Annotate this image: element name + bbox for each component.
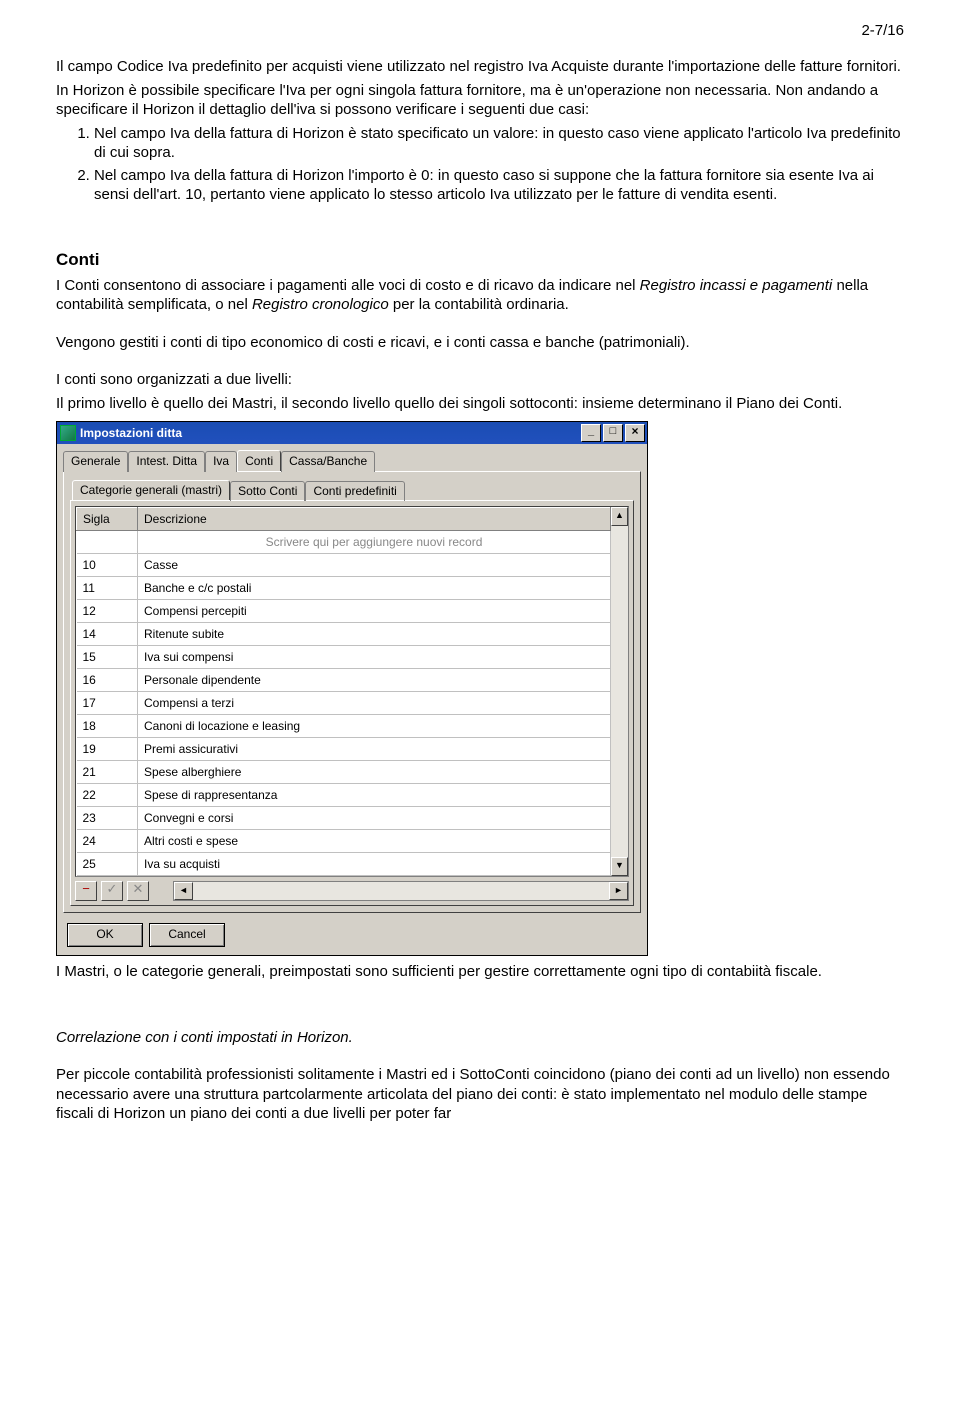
- delete-row-button[interactable]: −: [75, 881, 97, 901]
- table-row[interactable]: 11Banche e c/c postali: [77, 577, 611, 600]
- cell-descrizione[interactable]: Spese di rappresentanza: [138, 784, 611, 807]
- cell-sigla[interactable]: 18: [77, 715, 138, 738]
- window-icon: [60, 425, 76, 441]
- case-list: Nel campo Iva della fattura di Horizon è…: [76, 124, 904, 205]
- cell-sigla[interactable]: 25: [77, 853, 138, 876]
- cell-descrizione[interactable]: Spese alberghiere: [138, 761, 611, 784]
- table-row[interactable]: 25Iva su acquisti: [77, 853, 611, 876]
- col-sigla[interactable]: Sigla: [77, 508, 138, 531]
- ok-button[interactable]: OK: [67, 923, 143, 947]
- new-row[interactable]: Scrivere qui per aggiungere nuovi record: [77, 531, 611, 554]
- table-row[interactable]: 16Personale dipendente: [77, 669, 611, 692]
- new-row-hint: Scrivere qui per aggiungere nuovi record: [138, 531, 611, 554]
- tab-generale[interactable]: Generale: [63, 451, 128, 472]
- scroll-left-button[interactable]: ◄: [174, 882, 193, 900]
- subtab-categorie-generali[interactable]: Categorie generali (mastri): [72, 480, 230, 500]
- tab-intest-ditta[interactable]: Intest. Ditta: [128, 451, 205, 472]
- conti-tab-pane: Categorie generali (mastri) Sotto Conti …: [63, 471, 641, 913]
- case-1: Nel campo Iva della fattura di Horizon è…: [94, 124, 904, 163]
- minimize-button[interactable]: _: [581, 424, 601, 442]
- cell-descrizione[interactable]: Convegni e corsi: [138, 807, 611, 830]
- window-title: Impostazioni ditta: [80, 426, 182, 440]
- case-2: Nel campo Iva della fattura di Horizon l…: [94, 166, 904, 205]
- conti-paragraph-3b: Il primo livello è quello dei Mastri, il…: [56, 394, 904, 414]
- table-row[interactable]: 18Canoni di locazione e leasing: [77, 715, 611, 738]
- table-row[interactable]: 19Premi assicurativi: [77, 738, 611, 761]
- cell-sigla[interactable]: 14: [77, 623, 138, 646]
- scroll-down-button[interactable]: ▼: [611, 857, 628, 876]
- tab-conti[interactable]: Conti: [237, 450, 281, 471]
- table-row[interactable]: 12Compensi percepiti: [77, 600, 611, 623]
- cell-sigla[interactable]: 10: [77, 554, 138, 577]
- page-number: 2-7/16: [56, 22, 904, 39]
- last-paragraph: Per piccole contabilità professionisti s…: [56, 1065, 904, 1124]
- cell-descrizione[interactable]: Casse: [138, 554, 611, 577]
- cell-sigla[interactable]: 23: [77, 807, 138, 830]
- scroll-up-button[interactable]: ▲: [611, 507, 628, 526]
- after-window-paragraph: I Mastri, o le categorie generali, preim…: [56, 962, 904, 982]
- scroll-track[interactable]: [611, 526, 628, 857]
- conti-paragraph-2: Vengono gestiti i conti di tipo economic…: [56, 333, 904, 353]
- cell-descrizione[interactable]: Canoni di locazione e leasing: [138, 715, 611, 738]
- cell-sigla[interactable]: 15: [77, 646, 138, 669]
- categorie-generali-pane: Sigla Descrizione Scrivere qui per aggiu…: [70, 500, 634, 906]
- cell-sigla[interactable]: 22: [77, 784, 138, 807]
- conti-paragraph-1: I Conti consentono di associare i pagame…: [56, 276, 904, 315]
- cell-sigla[interactable]: 19: [77, 738, 138, 761]
- table-row[interactable]: 22Spese di rappresentanza: [77, 784, 611, 807]
- close-button[interactable]: ×: [625, 424, 645, 442]
- dialog-buttons: OK Cancel: [57, 913, 647, 955]
- vertical-scrollbar[interactable]: ▲ ▼: [611, 507, 628, 876]
- titlebar[interactable]: Impostazioni ditta _ □ ×: [57, 422, 647, 444]
- cell-descrizione[interactable]: Premi assicurativi: [138, 738, 611, 761]
- sub-tabs: Categorie generali (mastri) Sotto Conti …: [68, 478, 636, 500]
- conti-paragraph-3a: I conti sono organizzati a due livelli:: [56, 370, 904, 390]
- cell-sigla[interactable]: 16: [77, 669, 138, 692]
- cell-sigla[interactable]: 21: [77, 761, 138, 784]
- maximize-button[interactable]: □: [603, 424, 623, 442]
- table-row[interactable]: 14Ritenute subite: [77, 623, 611, 646]
- table-row[interactable]: 21Spese alberghiere: [77, 761, 611, 784]
- cell-descrizione[interactable]: Iva sui compensi: [138, 646, 611, 669]
- table-row[interactable]: 15Iva sui compensi: [77, 646, 611, 669]
- cell-descrizione[interactable]: Compensi a terzi: [138, 692, 611, 715]
- cell-sigla[interactable]: 24: [77, 830, 138, 853]
- mastri-grid[interactable]: Sigla Descrizione Scrivere qui per aggiu…: [75, 506, 629, 877]
- paragraph-codice-iva: Il campo Codice Iva predefinito per acqu…: [56, 57, 904, 77]
- confirm-row-button[interactable]: ✓: [101, 881, 123, 901]
- table-row[interactable]: 10Casse: [77, 554, 611, 577]
- correlazione-heading: Correlazione con i conti impostati in Ho…: [56, 1028, 904, 1048]
- cell-descrizione[interactable]: Altri costi e spese: [138, 830, 611, 853]
- conti-heading: Conti: [56, 250, 904, 270]
- grid-toolbar: − ✓ ✕ ◄ ►: [75, 877, 629, 901]
- table-row[interactable]: 17Compensi a terzi: [77, 692, 611, 715]
- tab-cassa-banche[interactable]: Cassa/Banche: [281, 451, 375, 472]
- impostazioni-ditta-window: Impostazioni ditta _ □ × Generale Intest…: [56, 421, 648, 956]
- cancel-row-button[interactable]: ✕: [127, 881, 149, 901]
- cell-descrizione[interactable]: Iva su acquisti: [138, 853, 611, 876]
- table-row[interactable]: 24Altri costi e spese: [77, 830, 611, 853]
- cell-descrizione[interactable]: Personale dipendente: [138, 669, 611, 692]
- cell-sigla[interactable]: 12: [77, 600, 138, 623]
- tab-iva[interactable]: Iva: [205, 451, 237, 472]
- subtab-sotto-conti[interactable]: Sotto Conti: [230, 481, 305, 501]
- cell-descrizione[interactable]: Ritenute subite: [138, 623, 611, 646]
- cancel-button[interactable]: Cancel: [149, 923, 225, 947]
- horizontal-scrollbar[interactable]: ◄ ►: [173, 881, 629, 901]
- main-tabs: Generale Intest. Ditta Iva Conti Cassa/B…: [57, 444, 647, 471]
- table-row[interactable]: 23Convegni e corsi: [77, 807, 611, 830]
- paragraph-horizon-intro: In Horizon è possibile specificare l'Iva…: [56, 81, 904, 120]
- cell-sigla[interactable]: 17: [77, 692, 138, 715]
- cell-descrizione[interactable]: Banche e c/c postali: [138, 577, 611, 600]
- subtab-conti-predefiniti[interactable]: Conti predefiniti: [305, 481, 404, 501]
- cell-sigla[interactable]: 11: [77, 577, 138, 600]
- scroll-right-button[interactable]: ►: [609, 882, 628, 900]
- col-descrizione[interactable]: Descrizione: [138, 508, 611, 531]
- cell-descrizione[interactable]: Compensi percepiti: [138, 600, 611, 623]
